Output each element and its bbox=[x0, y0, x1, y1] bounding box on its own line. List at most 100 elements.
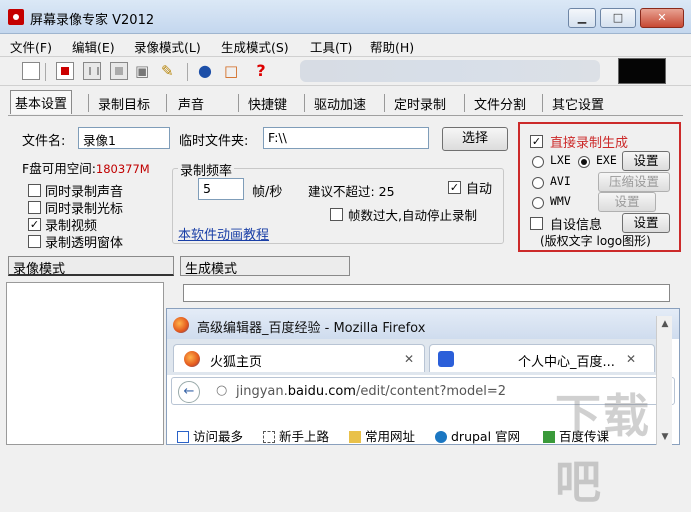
scroll-up-icon[interactable]: ▲ bbox=[657, 316, 673, 332]
window-title: 屏幕录像专家 V2012 bbox=[30, 13, 155, 28]
choose-folder-button[interactable]: 选择 bbox=[442, 127, 508, 151]
bookmark-common-sites[interactable]: 常用网址 bbox=[349, 426, 415, 445]
firefox-tab-baidu-label: 个人中心_百度... bbox=[518, 355, 615, 370]
tab-divider bbox=[88, 94, 89, 112]
tab-sound[interactable]: 声音 bbox=[174, 92, 208, 114]
bookmark-getting-started-label: 新手上路 bbox=[279, 429, 330, 444]
tab-divider bbox=[304, 94, 305, 112]
temp-folder-label: 临时文件夹: bbox=[179, 134, 249, 149]
format-wmv-radio[interactable] bbox=[532, 197, 544, 209]
direct-record-checkbox[interactable]: ✓ bbox=[530, 135, 543, 148]
format-lxe-radio[interactable] bbox=[532, 156, 544, 168]
new-file-icon[interactable] bbox=[22, 62, 40, 80]
toolbar-divider bbox=[187, 63, 188, 81]
help-icon[interactable]: ? bbox=[252, 62, 270, 80]
menu-generate-mode[interactable]: 生成模式(S) bbox=[221, 37, 289, 56]
progress-field bbox=[183, 284, 670, 302]
toolbar-divider bbox=[45, 63, 46, 81]
recording-list[interactable] bbox=[6, 282, 164, 445]
firefox-tab-home[interactable]: 火狐主页 ✕ bbox=[173, 344, 425, 372]
frame-rate-field[interactable]: 5 bbox=[198, 178, 244, 200]
menu-help[interactable]: 帮助(H) bbox=[370, 37, 414, 56]
auto-frame-checkbox[interactable]: ✓ bbox=[448, 181, 461, 194]
record-transparent-checkbox[interactable] bbox=[28, 235, 41, 248]
firefox-tab-home-label: 火狐主页 bbox=[210, 355, 263, 370]
close-tab-icon[interactable]: ✕ bbox=[404, 352, 414, 366]
menu-file[interactable]: 文件(F) bbox=[10, 37, 52, 56]
frame-rate-unit: 帧/秒 bbox=[252, 185, 283, 200]
tab-record-target[interactable]: 录制目标 bbox=[94, 92, 154, 114]
drupal-icon bbox=[435, 431, 447, 443]
baidu-course-icon bbox=[543, 431, 555, 443]
avi-compress-settings-button[interactable]: 压缩设置 bbox=[598, 172, 670, 192]
minimize-button[interactable]: ▁ bbox=[568, 8, 596, 28]
firefox-tab-strip: 火狐主页 ✕ 个人中心_百度... ✕ bbox=[167, 339, 657, 375]
globe-icon[interactable]: ● bbox=[198, 62, 216, 80]
firefox-tab-baidu[interactable]: 个人中心_百度... ✕ bbox=[429, 344, 655, 372]
format-lxe-label: LXE bbox=[550, 153, 571, 167]
firefox-icon bbox=[184, 351, 200, 367]
globe-icon: ○ bbox=[216, 383, 228, 398]
filename-field[interactable]: 录像1 bbox=[78, 127, 170, 149]
disk-space-label: F盘可用空间:180377M bbox=[22, 158, 150, 177]
watermark: 下载吧 bbox=[555, 389, 651, 509]
frequency-group-label: 录制频率 bbox=[178, 160, 235, 179]
temp-folder-field[interactable]: F:\\ bbox=[263, 127, 429, 149]
camera-icon[interactable]: ▣ bbox=[135, 62, 153, 80]
self-info-settings-button[interactable]: 设置 bbox=[622, 213, 670, 233]
record-cursor-checkbox[interactable] bbox=[28, 201, 41, 214]
bookmark-getting-started[interactable]: 新手上路 bbox=[263, 426, 329, 445]
stop-icon[interactable] bbox=[110, 62, 128, 80]
format-avi-label: AVI bbox=[550, 174, 571, 188]
url-domain-bold: baidu.com bbox=[287, 384, 356, 399]
clipboard-icon[interactable]: □ bbox=[224, 62, 242, 80]
url-text[interactable]: jingyan.baidu.com/edit/content?model=2 bbox=[236, 384, 506, 399]
baidu-paw-icon bbox=[438, 351, 454, 367]
firefox-logo-icon bbox=[173, 317, 189, 333]
tab-file-split[interactable]: 文件分割 bbox=[470, 92, 530, 114]
tab-hotkeys[interactable]: 快捷键 bbox=[244, 92, 291, 114]
tab-record-mode[interactable]: 录像模式 bbox=[8, 256, 174, 277]
record-sound-checkbox[interactable] bbox=[28, 184, 41, 197]
disk-space-value: 180377M bbox=[95, 162, 150, 176]
format-avi-radio[interactable] bbox=[532, 177, 544, 189]
tab-other-settings[interactable]: 其它设置 bbox=[548, 92, 608, 114]
back-arrow-icon[interactable]: ← bbox=[178, 381, 200, 403]
firefox-title: 高级编辑器_百度经验 - Mozilla Firefox bbox=[197, 321, 426, 336]
maximize-button[interactable]: □ bbox=[600, 8, 636, 28]
tab-timed-record[interactable]: 定时录制 bbox=[390, 92, 450, 114]
bookmark-most-visited[interactable]: 访问最多 bbox=[177, 426, 243, 445]
tab-basic-settings[interactable]: 基本设置 bbox=[10, 90, 73, 114]
record-icon[interactable] bbox=[56, 62, 74, 80]
format-exe-radio[interactable] bbox=[578, 156, 590, 168]
app-logo-icon bbox=[8, 9, 24, 25]
bookmark-drupal[interactable]: drupal 官网 bbox=[435, 426, 520, 445]
url-path: /edit/content?model=2 bbox=[355, 384, 507, 399]
menu-bar: 文件(F) 编辑(E) 录像模式(L) 生成模式(S) 工具(T) 帮助(H) bbox=[0, 34, 691, 56]
bookmark-drupal-label: drupal 官网 bbox=[451, 429, 521, 444]
filename-label: 文件名: bbox=[22, 134, 66, 149]
tab-driver-accel[interactable]: 驱动加速 bbox=[310, 92, 370, 114]
format-exe-label: EXE bbox=[596, 153, 617, 167]
format-wmv-label: WMV bbox=[550, 194, 571, 208]
self-info-checkbox[interactable] bbox=[530, 217, 543, 230]
menu-tools[interactable]: 工具(T) bbox=[310, 37, 352, 56]
tutorial-link[interactable]: 本软件动画教程 bbox=[178, 224, 269, 243]
tab-divider bbox=[464, 94, 465, 112]
record-video-checkbox[interactable]: ✓ bbox=[28, 218, 41, 231]
tab-generate-mode[interactable]: 生成模式 bbox=[180, 256, 350, 277]
exe-settings-button[interactable]: 设置 bbox=[622, 151, 670, 171]
menu-edit[interactable]: 编辑(E) bbox=[72, 37, 115, 56]
auto-stop-checkbox[interactable] bbox=[330, 208, 343, 221]
bookmark-common-sites-label: 常用网址 bbox=[365, 429, 416, 444]
tab-divider bbox=[238, 94, 239, 112]
brush-icon[interactable]: ✎ bbox=[161, 62, 179, 80]
pause-icon[interactable] bbox=[83, 62, 101, 80]
settings-tabs: 基本设置 录制目标 声音 快捷键 驱动加速 定时录制 文件分割 其它设置 bbox=[8, 90, 684, 116]
close-button[interactable]: ✕ bbox=[640, 8, 684, 28]
copyright-note: (版权文字 logo图形) bbox=[540, 234, 651, 248]
menu-record-mode[interactable]: 录像模式(L) bbox=[134, 37, 201, 56]
wmv-settings-button[interactable]: 设置 bbox=[598, 192, 656, 212]
record-transparent-label: 录制透明窗体 bbox=[45, 236, 124, 251]
close-tab-icon[interactable]: ✕ bbox=[626, 352, 636, 366]
